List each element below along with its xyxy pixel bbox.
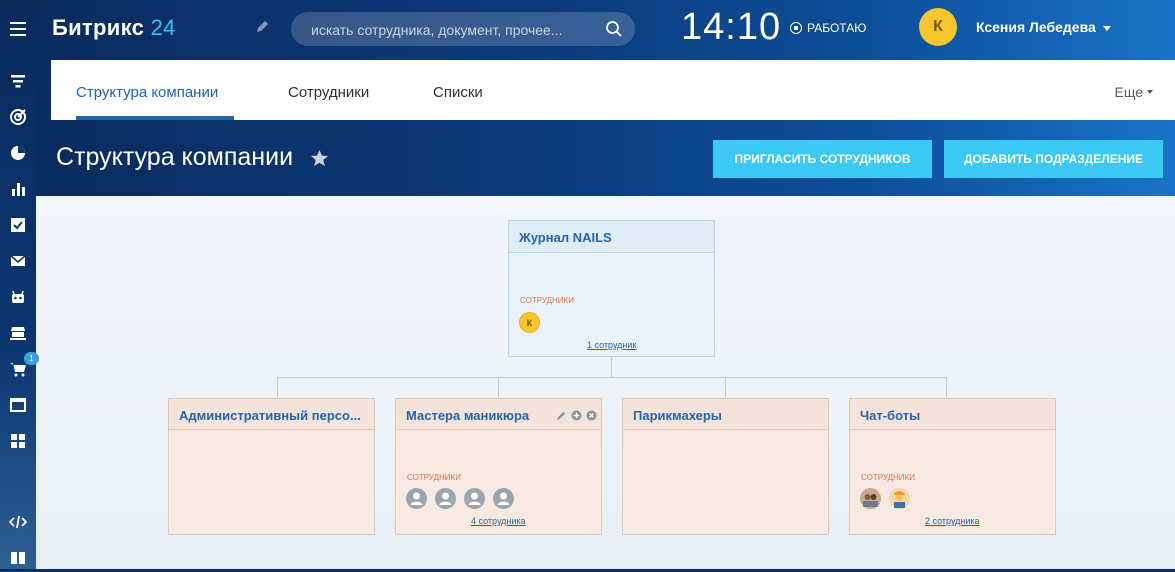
pie-icon[interactable] bbox=[9, 144, 27, 162]
add-department-button[interactable]: ДОБАВИТЬ ПОДРАЗДЕЛЕНИЕ bbox=[944, 140, 1163, 178]
department-chatbots[interactable]: Чат-боты СОТРУДНИКИ 2 сотрудника bbox=[849, 398, 1056, 535]
department-admin[interactable]: Административный персо... bbox=[168, 398, 375, 535]
connector-line bbox=[946, 377, 947, 398]
connector-line bbox=[611, 357, 612, 377]
department-title[interactable]: Чат-боты bbox=[850, 399, 1055, 430]
bar-chart-icon[interactable] bbox=[9, 180, 27, 198]
left-menu: 1 bbox=[0, 0, 39, 569]
page-title: Структура компании bbox=[56, 143, 294, 171]
department-title[interactable]: Административный персо... bbox=[169, 399, 374, 430]
search-input[interactable] bbox=[309, 20, 593, 40]
star-icon[interactable] bbox=[310, 149, 329, 168]
tab-lists[interactable]: Списки bbox=[433, 84, 483, 101]
work-status-label: РАБОТАЮ bbox=[807, 21, 867, 35]
robot-icon[interactable] bbox=[9, 288, 27, 306]
edit-icon[interactable] bbox=[556, 408, 567, 421]
grid-icon[interactable] bbox=[9, 432, 27, 450]
search-bar[interactable] bbox=[291, 12, 635, 46]
chevron-down-icon bbox=[1147, 90, 1153, 94]
clock[interactable]: 14:10 bbox=[681, 6, 781, 49]
employee-avatar[interactable] bbox=[889, 488, 910, 509]
employees-count-link[interactable]: 1 сотрудник bbox=[587, 340, 636, 350]
employees-label: СОТРУДНИКИ bbox=[520, 296, 574, 305]
logo[interactable]: Битрикс 24 bbox=[52, 15, 176, 41]
tab-employees[interactable]: Сотрудники bbox=[288, 84, 369, 101]
employees-count-link[interactable]: 4 сотрудника bbox=[471, 516, 526, 526]
department-title[interactable]: Журнал NAILS bbox=[509, 221, 714, 253]
connector-line bbox=[277, 377, 947, 378]
cart-icon[interactable] bbox=[9, 360, 27, 378]
code-icon[interactable] bbox=[8, 513, 28, 531]
target-icon[interactable] bbox=[9, 108, 27, 126]
employees-label: СОТРУДНИКИ bbox=[407, 473, 461, 482]
employee-avatar[interactable] bbox=[493, 488, 514, 509]
more-label: Еще bbox=[1114, 84, 1144, 100]
department-title-label[interactable]: Мастера маникюра bbox=[406, 408, 529, 423]
book-icon[interactable] bbox=[9, 549, 27, 567]
add-icon[interactable] bbox=[571, 408, 582, 421]
window-icon[interactable] bbox=[9, 396, 27, 414]
mail-icon[interactable] bbox=[9, 252, 27, 270]
department-root[interactable]: Журнал NAILS СОТРУДНИКИ К 1 сотрудник bbox=[508, 220, 715, 357]
department-manicure[interactable]: Мастера маникюра СОТРУДНИКИ 4 сотрудника bbox=[395, 398, 602, 535]
employee-avatar[interactable] bbox=[860, 488, 881, 509]
chevron-down-icon[interactable] bbox=[1103, 26, 1111, 31]
edit-logo-icon[interactable] bbox=[254, 19, 270, 35]
user-name[interactable]: Ксения Лебедева bbox=[976, 19, 1096, 35]
employee-avatar[interactable] bbox=[435, 488, 456, 509]
department-tools bbox=[552, 408, 597, 426]
task-icon[interactable] bbox=[9, 216, 27, 234]
employees-label: СОТРУДНИКИ bbox=[861, 473, 915, 482]
filter-icon[interactable] bbox=[9, 72, 27, 90]
user-avatar[interactable]: К bbox=[919, 8, 957, 46]
work-status[interactable]: РАБОТАЮ bbox=[790, 21, 866, 35]
invite-employees-button[interactable]: ПРИГЛАСИТЬ СОТРУДНИКОВ bbox=[713, 140, 932, 178]
tab-bar: Структура компании Сотрудники Списки Еще bbox=[51, 60, 1175, 120]
employee-avatar[interactable] bbox=[406, 488, 427, 509]
cart-badge: 1 bbox=[24, 352, 39, 365]
store-icon[interactable] bbox=[9, 324, 27, 342]
tab-company-structure[interactable]: Структура компании bbox=[76, 84, 218, 101]
menu-toggle-icon[interactable] bbox=[10, 22, 26, 36]
connector-line bbox=[277, 377, 278, 398]
department-title[interactable]: Парикмахеры bbox=[623, 399, 828, 430]
connector-line bbox=[498, 377, 499, 398]
more-menu[interactable]: Еще bbox=[1114, 84, 1153, 100]
delete-icon[interactable] bbox=[586, 408, 597, 421]
department-hairdressers[interactable]: Парикмахеры bbox=[622, 398, 829, 535]
connector-line bbox=[725, 377, 726, 398]
search-icon[interactable] bbox=[605, 20, 623, 38]
active-tab-indicator bbox=[76, 116, 234, 120]
employee-avatar[interactable]: К bbox=[519, 312, 540, 333]
stop-icon bbox=[790, 22, 802, 34]
employees-count-link[interactable]: 2 сотрудника bbox=[925, 516, 980, 526]
employee-avatar[interactable] bbox=[464, 488, 485, 509]
